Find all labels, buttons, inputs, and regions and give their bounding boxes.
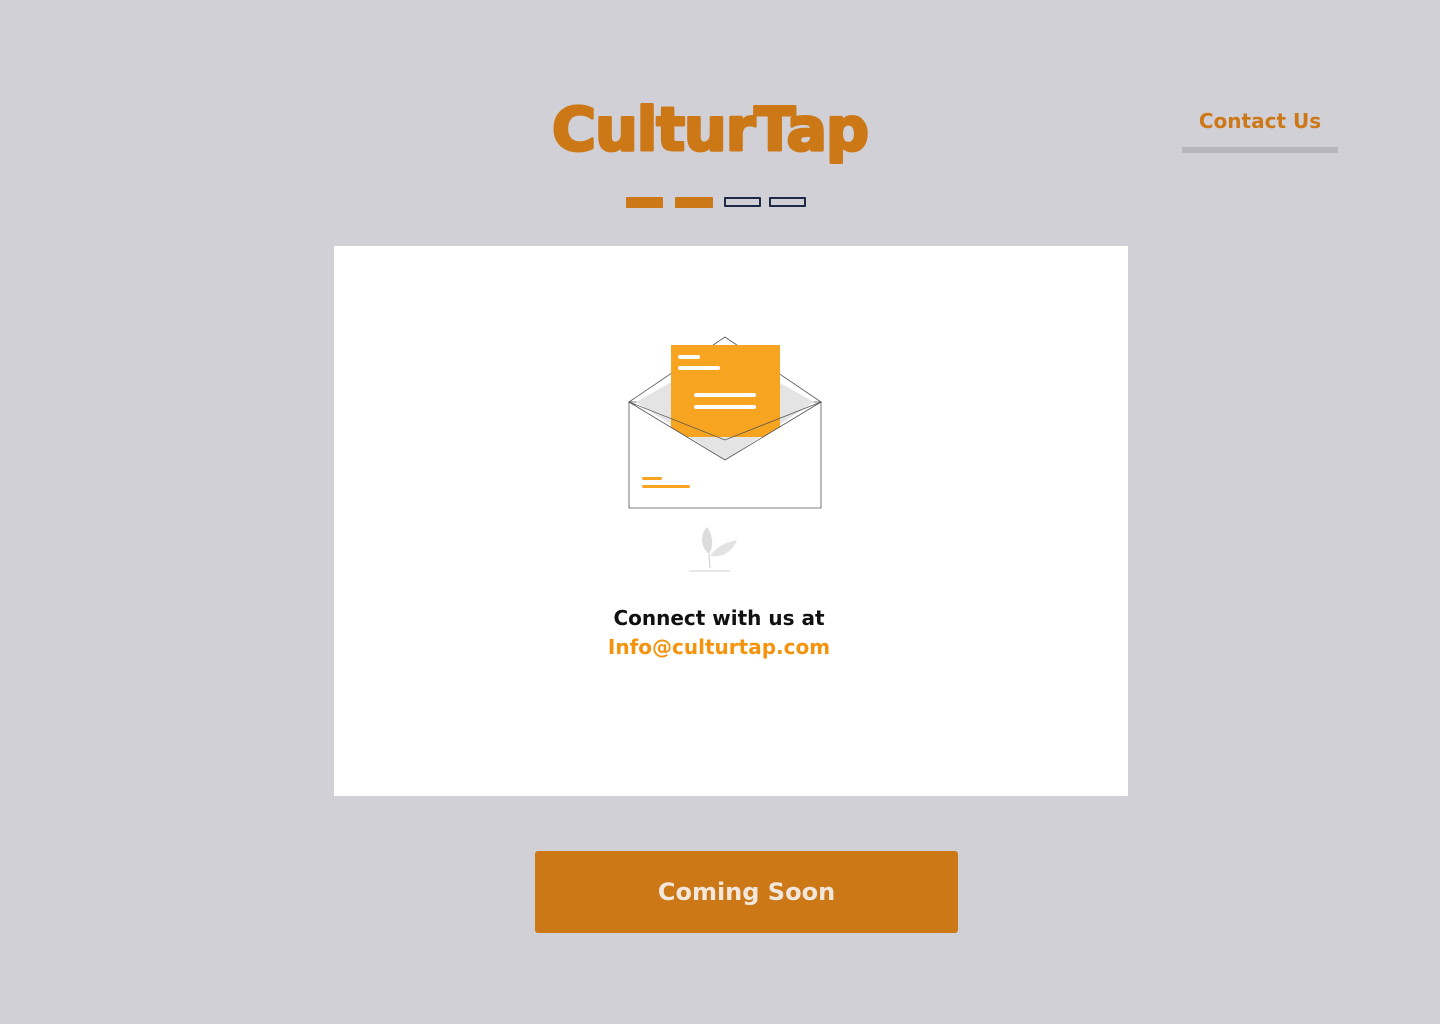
contact-us-underline	[1182, 147, 1338, 153]
brand-logo[interactable]: CulturTap	[528, 86, 892, 172]
contact-us-link[interactable]: Contact Us	[1182, 106, 1338, 136]
contact-card: Connect with us at Info@culturtap.com	[334, 246, 1128, 796]
brand-logo-text: CulturTap	[552, 95, 868, 165]
contact-email-link[interactable]: Info@culturtap.com	[334, 632, 1104, 662]
coming-soon-button[interactable]: Coming Soon	[535, 851, 958, 933]
step-indicator-1	[626, 197, 663, 208]
step-indicator-3	[724, 197, 761, 207]
step-indicator-4	[769, 197, 806, 207]
step-indicator-2	[675, 197, 713, 208]
open-envelope-with-letter-icon	[624, 332, 834, 577]
connect-heading: Connect with us at	[613, 606, 825, 630]
